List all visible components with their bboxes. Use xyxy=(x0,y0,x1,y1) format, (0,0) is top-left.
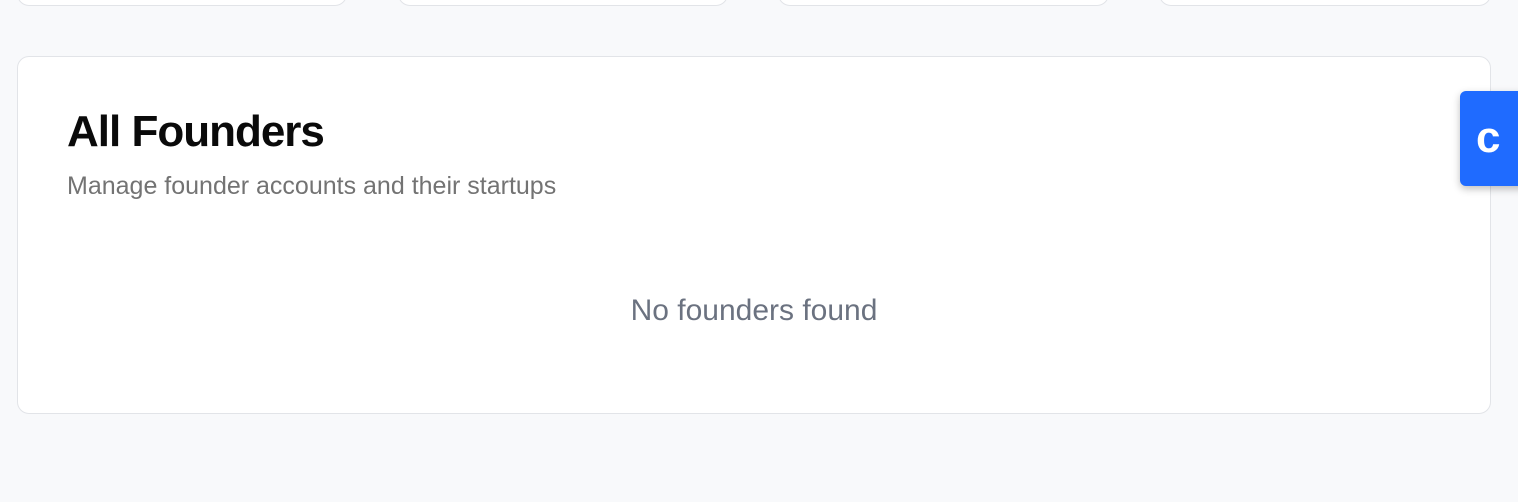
page-subtitle: Manage founder accounts and their startu… xyxy=(67,172,557,200)
founders-panel: All Founders Manage founder accounts and… xyxy=(17,56,1491,414)
page-title: All Founders xyxy=(67,107,325,156)
stat-card-1 xyxy=(17,0,347,6)
stat-card-4 xyxy=(1159,0,1491,6)
floating-widget-button[interactable]: c xyxy=(1460,91,1518,186)
floating-widget-label: c xyxy=(1476,113,1501,162)
stat-card-2 xyxy=(398,0,728,6)
stat-card-3 xyxy=(778,0,1109,6)
empty-state-message: No founders found xyxy=(630,294,878,327)
